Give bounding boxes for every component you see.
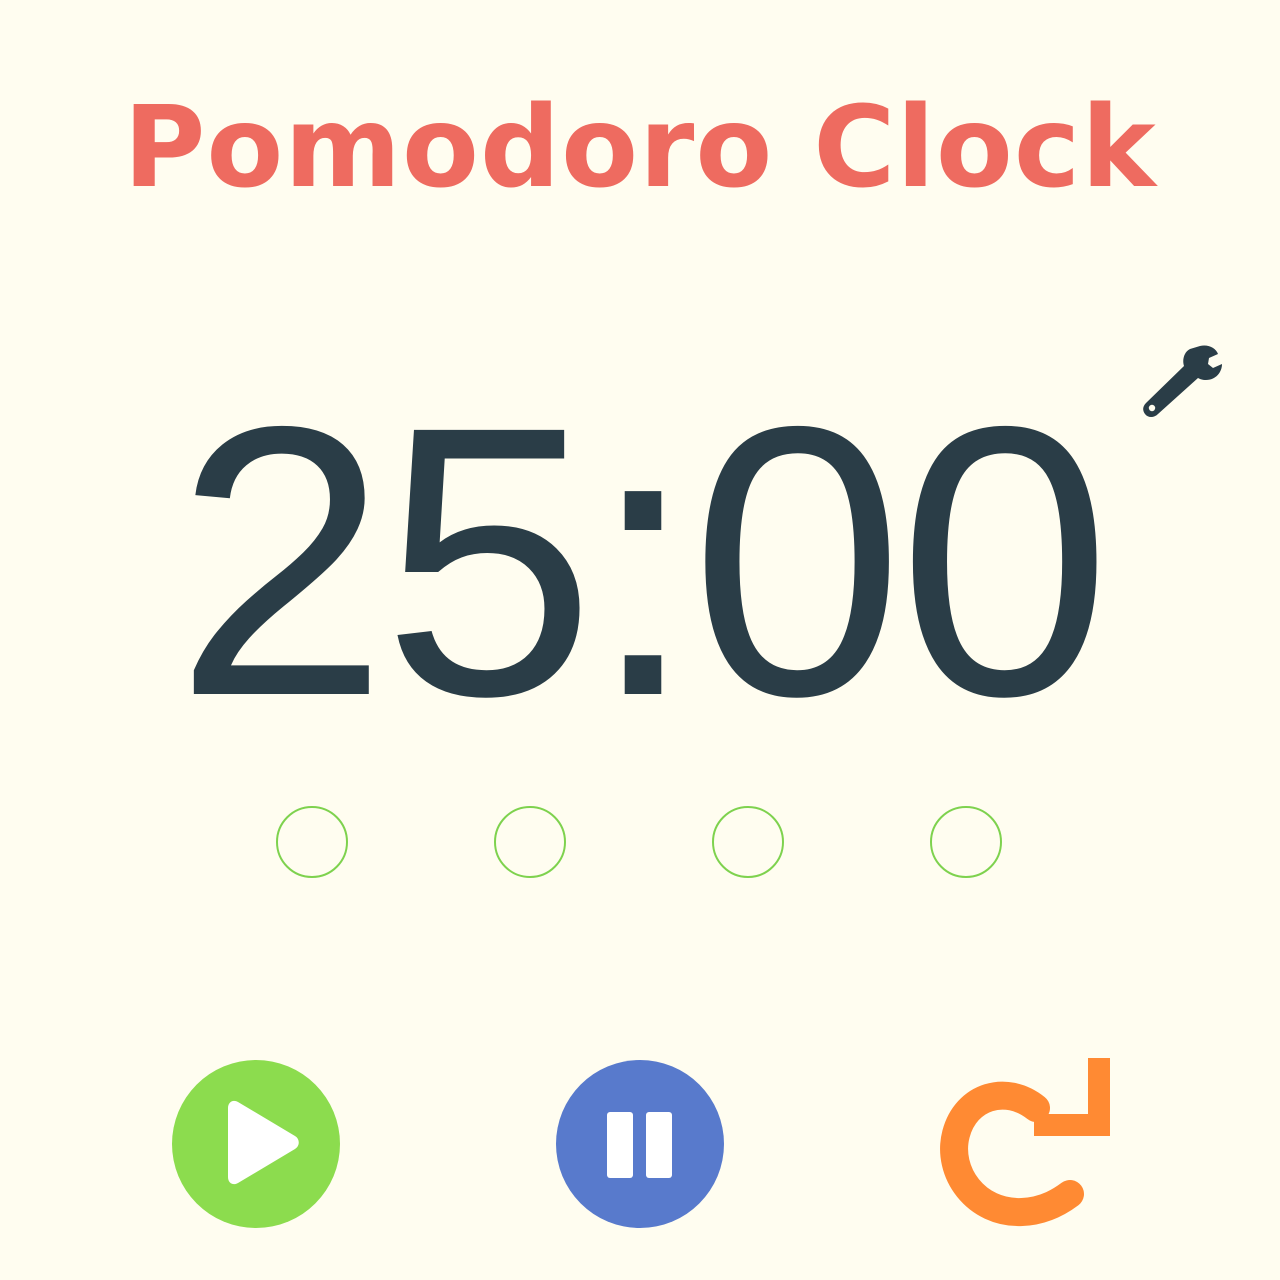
pomodoro-app: Pomodoro Clock 25:00 [0,0,1280,1280]
pause-button[interactable] [556,1060,724,1228]
play-button[interactable] [172,1060,340,1228]
session-dot [930,806,1002,878]
session-dot [712,806,784,878]
app-title: Pomodoro Clock [123,83,1157,213]
timer-display: 25:00 [174,347,1112,776]
session-indicators [0,806,1280,884]
reset-icon [940,1058,1110,1226]
session-dot [494,806,566,878]
reset-button[interactable] [936,1054,1116,1234]
session-dot [276,806,348,878]
